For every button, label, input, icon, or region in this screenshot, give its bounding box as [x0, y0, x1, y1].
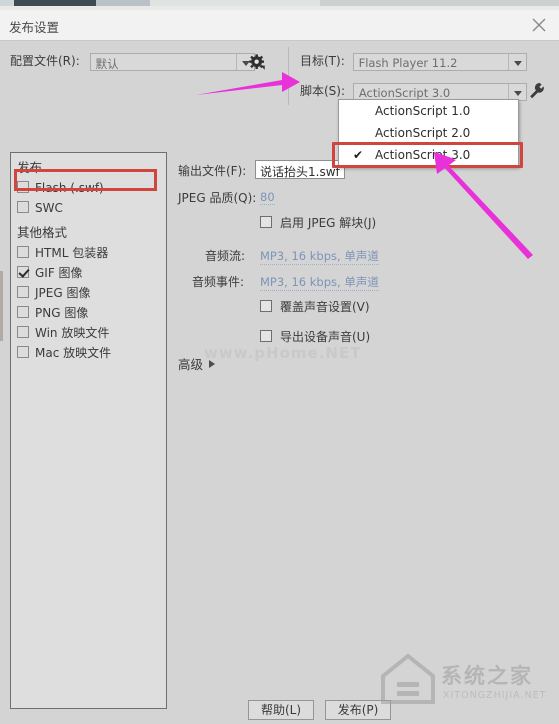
publish-settings-window: 发布设置 配置文件(R): 默认 目标(T): Flash Player 11.… — [0, 10, 559, 724]
other-formats-group-title: 其他格式 — [17, 225, 68, 240]
checkbox-jpeg-image[interactable] — [17, 286, 29, 298]
jpeg-quality-value[interactable]: 80 — [260, 190, 275, 205]
target-row: 目标(T): Flash Player 11.2 — [300, 52, 527, 71]
jpeg-deblock-label: 启用 JPEG 解块(J) — [280, 216, 377, 230]
audio-stream-row: 音频流: MP3, 16 kbps, 单声道 — [178, 244, 508, 270]
target-label: 目标(T): — [300, 54, 345, 68]
menu-item-actionscript-1[interactable]: ActionScript 1.0 — [339, 100, 518, 122]
window-titlebar: 发布设置 — [0, 10, 559, 41]
publish-formats-panel: 发布 Flash (.swf) SWC 其他格式 HTML 包装器 GIF 图像… — [10, 152, 167, 709]
list-item[interactable]: GIF 图像 — [11, 263, 166, 283]
audio-stream-value[interactable]: MP3, 16 kbps, 单声道 — [260, 248, 379, 265]
profile-label: 配置文件(R): — [10, 54, 80, 68]
audio-event-row: 音频事件: MP3, 16 kbps, 单声道 — [178, 270, 508, 296]
wrench-glyph — [530, 83, 544, 99]
flash-swf-highlight-box — [14, 169, 157, 191]
house-logo-icon — [381, 653, 435, 704]
checkbox-html-wrapper[interactable] — [17, 246, 29, 258]
menu-item-actionscript-2[interactable]: ActionScript 2.0 — [339, 122, 518, 144]
settings-form: 输出文件(F): 说话抬头1.swf JPEG 品质(Q): 80 启用 JPE… — [178, 159, 508, 350]
brand-watermark-text: 系统之家 — [441, 664, 533, 688]
target-select-value: Flash Player 11.2 — [358, 55, 458, 70]
toolbar-divider — [288, 47, 289, 105]
brand-watermark-subtext: XITONGZHIJIA.NET — [443, 690, 547, 701]
checkbox-swc[interactable] — [17, 201, 29, 213]
script-row: 脚本(S): ActionScript 3.0 — [300, 82, 527, 101]
list-item-label: JPEG 图像 — [35, 286, 91, 300]
script-label: 脚本(S): — [300, 84, 346, 98]
jpeg-quality-row: JPEG 品质(Q): 80 — [178, 186, 508, 210]
checkbox-png-image[interactable] — [17, 306, 29, 318]
override-sound-label: 覆盖声音设置(V) — [280, 300, 370, 314]
gear-icon[interactable] — [249, 54, 266, 74]
profile-select-value: 默认 — [95, 56, 119, 71]
override-sound-row[interactable]: 覆盖声音设置(V) — [260, 298, 508, 320]
checkbox-gif-image[interactable] — [17, 266, 29, 278]
checkbox-override-sound[interactable] — [260, 300, 272, 312]
checkbox-win-projector[interactable] — [17, 326, 29, 338]
wrench-icon[interactable] — [528, 82, 546, 103]
script-select-value: ActionScript 3.0 — [358, 85, 451, 100]
list-item-label: PNG 图像 — [35, 306, 89, 320]
list-item[interactable]: SWC — [11, 198, 166, 218]
jpeg-deblock-row[interactable]: 启用 JPEG 解块(J) — [260, 214, 508, 236]
help-button[interactable]: 帮助(L) — [248, 700, 314, 720]
list-item-label: HTML 包装器 — [35, 246, 109, 260]
audio-event-label: 音频事件: — [192, 275, 245, 289]
list-item-label: SWC — [35, 201, 63, 215]
gear-glyph — [249, 54, 265, 70]
window-left-edge-accent — [0, 41, 3, 724]
profile-select[interactable]: 默认 — [89, 52, 255, 71]
script-select[interactable]: ActionScript 3.0 — [352, 82, 527, 101]
checkbox-jpeg-deblock[interactable] — [260, 216, 272, 228]
brand-watermark: 系统之家 XITONGZHIJIA.NET — [379, 646, 555, 716]
profile-row: 配置文件(R): 默认 — [10, 52, 255, 71]
chevron-down-icon — [507, 53, 526, 70]
output-file-value: 说话抬头1.swf — [260, 165, 340, 179]
list-item[interactable]: JPEG 图像 — [11, 283, 166, 303]
checkbox-export-device-sound[interactable] — [260, 330, 272, 342]
jpeg-quality-label: JPEG 品质(Q): — [178, 191, 257, 205]
output-file-label: 输出文件(F): — [178, 164, 247, 178]
chevron-down-icon — [507, 83, 526, 100]
window-title: 发布设置 — [9, 20, 60, 35]
audio-stream-label: 音频流: — [205, 249, 246, 263]
export-device-sound-label: 导出设备声音(U) — [280, 330, 371, 344]
audio-event-value[interactable]: MP3, 16 kbps, 单声道 — [260, 274, 379, 291]
close-glyph — [532, 18, 546, 32]
list-item[interactable]: PNG 图像 — [11, 303, 166, 323]
menu-item-label: ActionScript 1.0 — [375, 104, 471, 118]
target-select[interactable]: Flash Player 11.2 — [352, 52, 527, 71]
list-item-label: Mac 放映文件 — [35, 346, 112, 360]
list-item-label: Win 放映文件 — [35, 326, 110, 340]
checkbox-mac-projector[interactable] — [17, 346, 29, 358]
center-watermark: www.pHome.NET — [204, 344, 362, 362]
advanced-label: 高级 — [178, 357, 204, 372]
actionscript-3-highlight-box — [332, 142, 523, 168]
list-item-label: GIF 图像 — [35, 266, 83, 280]
list-item[interactable]: Win 放映文件 — [11, 323, 166, 343]
list-item[interactable]: HTML 包装器 — [11, 243, 166, 263]
close-icon[interactable] — [519, 10, 559, 40]
window-client-area: 配置文件(R): 默认 目标(T): Flash Player 11.2 脚本(… — [0, 41, 559, 724]
list-item[interactable]: Mac 放映文件 — [11, 343, 166, 363]
menu-item-label: ActionScript 2.0 — [375, 126, 471, 140]
